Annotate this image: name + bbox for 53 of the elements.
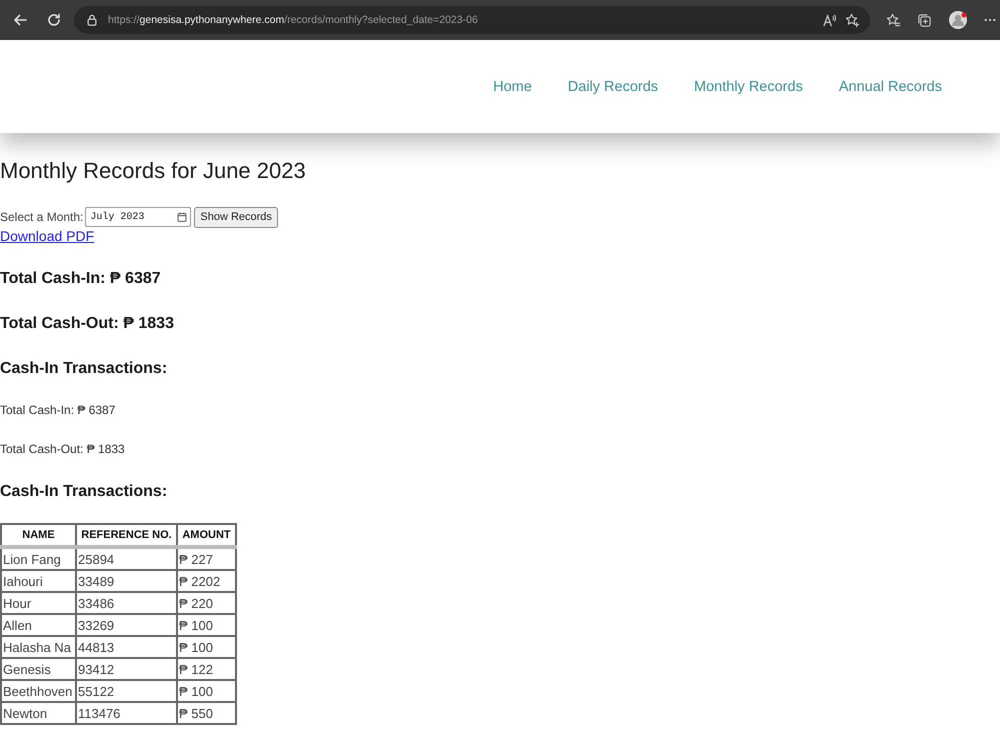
page-title: Monthly Records for June 2023 xyxy=(0,157,306,185)
table-cell: Iahouri xyxy=(1,570,76,592)
column-header: REFERENCE NO. xyxy=(76,524,177,547)
profile-avatar-icon[interactable] xyxy=(948,10,968,30)
total-text: Total Cash-In: ₱ 6387 xyxy=(0,269,161,289)
table-cell: ₱ 227 xyxy=(177,547,236,570)
total-text: Total Cash-In: ₱ 6387 xyxy=(0,402,116,418)
table-cell: ₱ 100 xyxy=(177,680,236,702)
reload-icon[interactable] xyxy=(46,12,62,28)
calendar-icon[interactable] xyxy=(177,212,188,222)
month-input[interactable]: July 2023 xyxy=(85,207,192,227)
collections-icon[interactable] xyxy=(917,12,932,28)
month-label: Select a Month: xyxy=(0,210,84,224)
section-heading: Cash-In Transactions: xyxy=(0,359,168,379)
table-cell: 25894 xyxy=(76,547,177,570)
table-cell: ₱ 2202 xyxy=(177,570,236,592)
nav-link[interactable]: Home xyxy=(493,78,532,94)
lock-icon[interactable] xyxy=(86,14,98,26)
address-bar[interactable]: https://genesisa.pythonanywhere.com/records/monthly?selected_date=2023-06 xyxy=(74,6,870,34)
table-cell: Allen xyxy=(1,614,76,636)
table-cell: 33489 xyxy=(76,570,177,592)
column-header: AMOUNT xyxy=(177,524,236,547)
nav-link[interactable]: Annual Records xyxy=(838,78,942,94)
address-url: https://genesisa.pythonanywhere.com/records/monthly?selected_date=2023-06 xyxy=(108,14,479,26)
nav-link[interactable]: Daily Records xyxy=(568,78,658,94)
show-records-button[interactable]: Show Records xyxy=(194,206,278,228)
total-text: Total Cash-Out: ₱ 1833 xyxy=(0,314,174,334)
table-cell: Halasha Na xyxy=(1,636,76,658)
table-cell: 55122 xyxy=(76,680,177,702)
table-cell: ₱ 100 xyxy=(177,614,236,636)
table-cell: 93412 xyxy=(76,658,177,680)
nav-link[interactable]: Monthly Records xyxy=(694,78,803,94)
table-cell: Genesis xyxy=(1,658,76,680)
table-cell: 44813 xyxy=(76,636,177,658)
table-cell: 113476 xyxy=(76,702,177,724)
table-cell: Lion Fang xyxy=(1,547,76,570)
table-cell: Beethhoven xyxy=(1,680,76,702)
table-cell: ₱ 550 xyxy=(177,702,236,724)
add-favorite-icon[interactable] xyxy=(845,12,860,28)
back-icon[interactable] xyxy=(12,12,28,28)
table-cell: Newton xyxy=(1,702,76,724)
download-pdf-link[interactable]: Download PDF xyxy=(0,228,94,244)
table-cell: 33269 xyxy=(76,614,177,636)
total-text: Total Cash-Out: ₱ 1833 xyxy=(0,441,125,457)
table-cell: ₱ 122 xyxy=(177,658,236,680)
table-cell: 33486 xyxy=(76,592,177,614)
read-aloud-icon[interactable] xyxy=(822,12,837,28)
column-header: NAME xyxy=(1,524,76,547)
table-cell: ₱ 220 xyxy=(177,592,236,614)
favorites-icon[interactable] xyxy=(886,12,901,28)
table-cell: ₱ 100 xyxy=(177,636,236,658)
table-cell: Hour xyxy=(1,592,76,614)
section-heading: Cash-In Transactions: xyxy=(0,482,168,502)
